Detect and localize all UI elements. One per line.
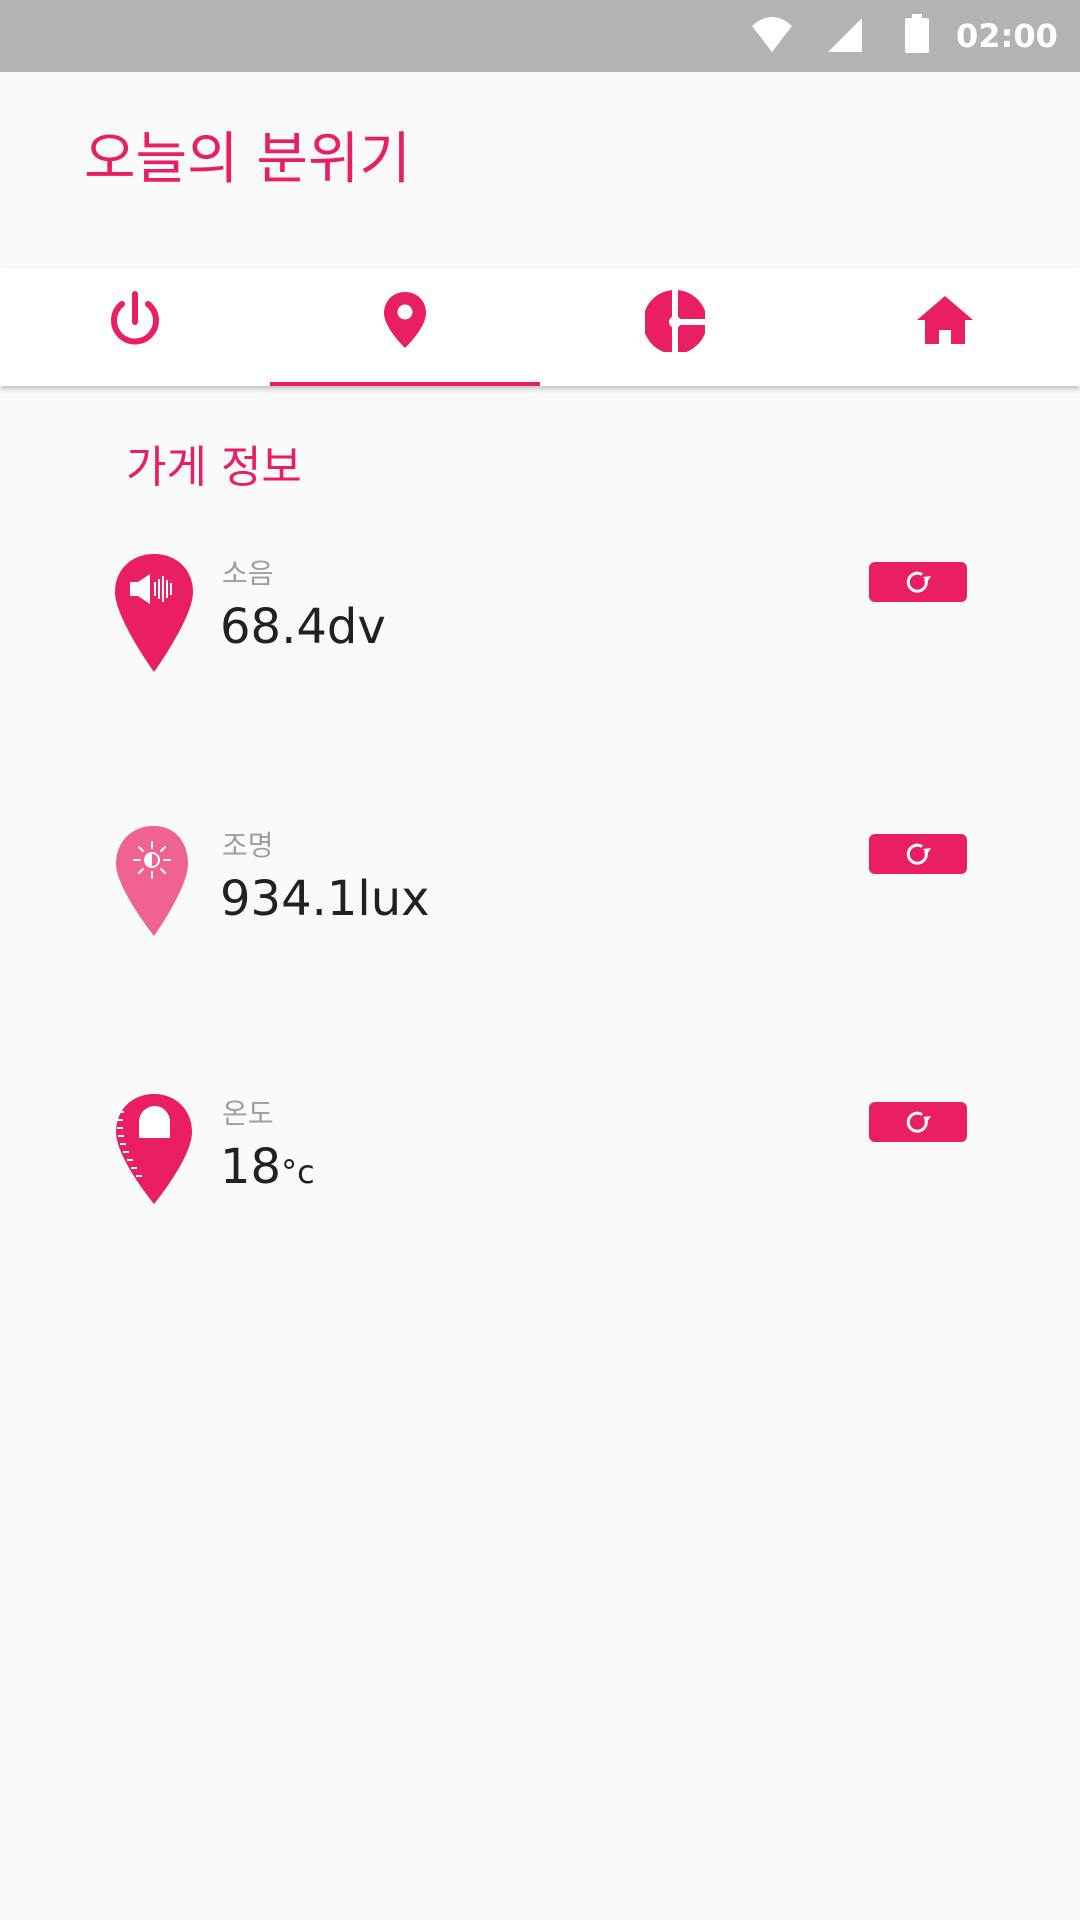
status-bar: 02:00: [0, 0, 1080, 72]
section-title: 가게 정보: [126, 442, 302, 493]
light-brightness-pin-icon: [116, 826, 188, 936]
tab-selected-indicator: [270, 382, 540, 386]
metric-value: 18°c: [220, 1132, 820, 1202]
metric-value-unit: °c: [281, 1153, 315, 1191]
metric-row-light: 조명 934.1lux: [0, 824, 1080, 984]
wifi-icon: [752, 17, 792, 52]
refresh-icon: [906, 843, 931, 865]
screen: 02:00 오늘의 분위기 가게 정보 소음 68.4dv 조명 934.1lu…: [0, 0, 1080, 1920]
tab-power[interactable]: [0, 268, 270, 386]
home-icon: [917, 296, 973, 344]
refresh-temperature-button[interactable]: [869, 1102, 967, 1142]
app-title: 오늘의 분위기: [84, 127, 411, 192]
tab-pie-chart[interactable]: [540, 268, 810, 386]
metric-value: 68.4dv: [220, 599, 386, 655]
refresh-icon: [906, 571, 931, 593]
tab-location[interactable]: [270, 268, 540, 386]
refresh-noise-button[interactable]: [869, 562, 967, 602]
tab-bar: [0, 268, 1080, 386]
metric-label: 온도: [222, 1097, 274, 1130]
status-clock: 02:00: [956, 17, 1058, 55]
metric-value-number: 18: [220, 1139, 282, 1195]
metric-label: 조명: [222, 829, 274, 862]
pie-chart-icon: [645, 288, 705, 352]
location-pin-icon: [384, 292, 426, 348]
metric-value: 934.1lux: [220, 871, 430, 927]
cell-signal-icon: [828, 18, 862, 52]
metric-row-noise: 소음 68.4dv: [0, 552, 1080, 712]
app-bar: 오늘의 분위기: [0, 72, 1080, 268]
noise-speaker-pin-icon: [115, 554, 193, 672]
power-icon: [111, 291, 159, 345]
refresh-icon: [906, 1111, 931, 1133]
metric-label: 소음: [222, 557, 274, 590]
battery-icon: [905, 14, 929, 53]
refresh-light-button[interactable]: [869, 834, 967, 874]
temperature-thermometer-pin-icon: [116, 1094, 192, 1204]
metric-row-temperature: 온도 18°c: [0, 1092, 1080, 1252]
tab-home[interactable]: [810, 268, 1080, 386]
